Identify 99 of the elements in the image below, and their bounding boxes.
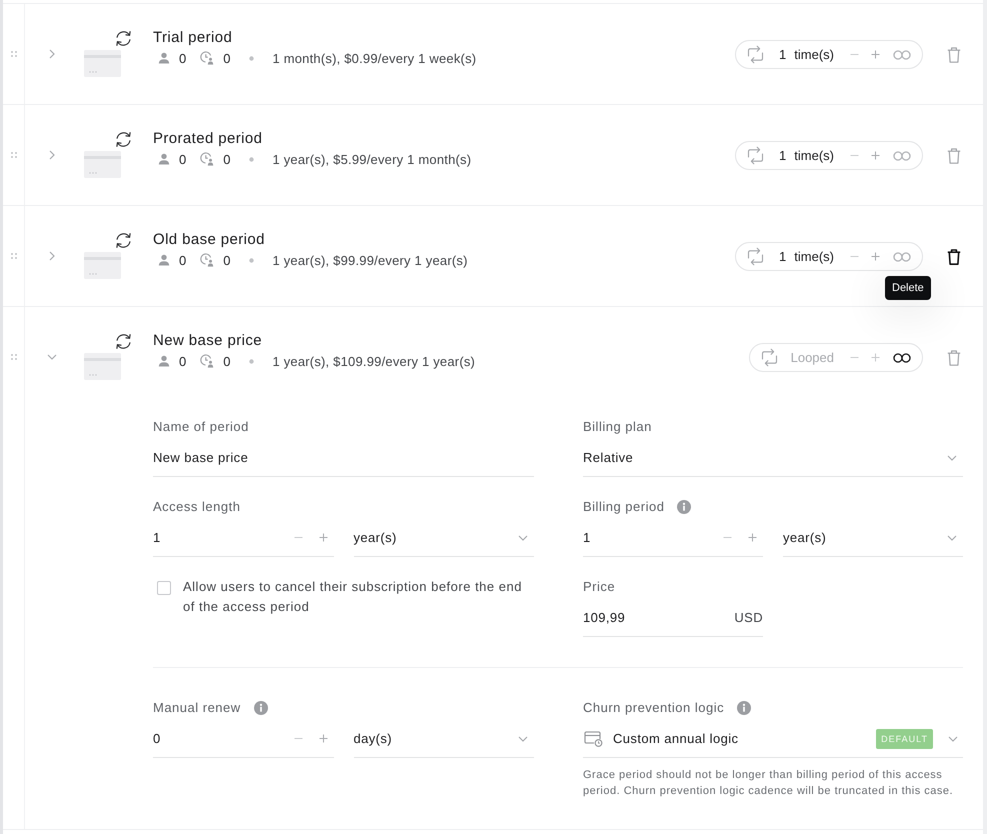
logic-dropdown[interactable]: Custom annual logic DEFAULT [583,723,963,758]
field-label: Name of period [153,418,249,436]
checkbox[interactable] [157,581,171,595]
unit-dropdown[interactable]: year(s) [783,522,963,557]
user-icon [158,355,170,367]
chevron-down-icon [947,454,957,460]
repeat-unit: time(s) [794,148,834,163]
period-title: Trial period [153,28,232,48]
plan-dropdown[interactable]: Relative [583,442,963,477]
period-summary: 1 month(s), $0.99/every 1 week(s) [272,50,476,66]
plus-icon[interactable] [871,252,880,261]
user-icon [158,254,170,266]
plus-icon[interactable] [871,50,880,59]
subscriber-count: 0 [179,252,186,268]
card-icon [84,252,121,279]
chevron-down-icon [948,736,958,742]
field-label: Manual renew [153,699,241,717]
plus-icon[interactable] [748,533,757,542]
period-summary: 1 year(s), $109.99/every 1 year(s) [272,354,476,368]
refresh-icon[interactable] [114,130,133,149]
repeat-unit: time(s) [794,249,834,264]
bullet-icon [249,56,254,60]
price-field[interactable]: 109,99 USD [583,602,763,637]
default-badge: DEFAULT [876,728,933,748]
helper-text: Grace period should not be longer than billing period of this access period. Churn prevention logic cadence will be truncated in this case. [583,768,954,799]
repeat-count: 1 [779,249,786,264]
tooltip: Delete [885,276,931,300]
chevron-down-icon [518,534,528,540]
plus-icon[interactable] [871,353,880,362]
currency-label: USD [734,610,763,625]
refresh-icon[interactable] [114,231,133,250]
repeat-icon [747,146,764,165]
trash-icon[interactable] [947,249,961,265]
field-label: Billing period [583,498,664,516]
unit-dropdown[interactable]: day(s) [354,723,534,758]
refresh-icon[interactable] [114,332,133,351]
repeat-count: 1 [779,47,786,62]
number-field[interactable]: 1 [583,522,763,557]
plus-icon[interactable] [871,151,880,160]
repeat-icon [747,45,764,64]
plus-icon[interactable] [318,533,328,542]
drag-handle-icon[interactable] [10,152,16,158]
chevron-down-icon[interactable] [47,354,57,360]
bullet-icon [249,156,254,162]
chevron-down-icon [518,736,528,742]
chevron-right-icon[interactable] [49,251,55,261]
bullet-icon [249,358,254,364]
checkbox-label: Allow users to cancel their subscription before the end of the access period [183,578,523,616]
repeat-count: 1 [779,148,786,163]
card-icon [84,50,121,77]
subscriber-count: 0 [179,152,186,166]
chevron-right-icon[interactable] [49,49,55,59]
card-icon [84,353,121,380]
user-icon [158,52,170,64]
pending-count: 0 [223,354,230,368]
field-label: Churn prevention logic [583,699,724,717]
repeat-stepper[interactable]: 1 time(s) [735,141,923,170]
clock-user-icon [200,253,214,267]
clock-user-icon [200,51,214,65]
period-title: New base price [153,331,262,351]
repeat-stepper[interactable]: 1 time(s) [735,40,923,69]
unit-dropdown[interactable]: year(s) [354,522,534,557]
infinity-icon[interactable] [893,352,911,362]
chevron-down-icon [947,534,957,540]
pending-count: 0 [223,152,230,166]
drag-handle-icon[interactable] [10,354,16,360]
user-icon [158,153,170,165]
field-label: Access length [153,498,240,516]
bullet-icon [249,258,254,262]
chevron-right-icon[interactable] [49,150,55,160]
drag-handle-icon[interactable] [10,253,16,259]
card-icon [84,151,121,178]
period-summary: 1 year(s), $5.99/every 1 month(s) [272,152,472,166]
clock-user-icon [200,354,214,368]
repeat-label: Looped [790,350,834,365]
repeat-icon [760,348,778,367]
pending-count: 0 [223,50,230,66]
drag-handle-icon[interactable] [10,51,16,57]
repeat-unit: time(s) [794,47,834,62]
period-summary: 1 year(s), $99.99/every 1 year(s) [272,252,468,268]
info-icon[interactable] [737,701,752,715]
clock-user-icon [200,152,214,166]
repeat-stepper[interactable]: 1 time(s) [735,242,923,271]
period-title: Prorated period [153,129,262,149]
period-title: Old base period [153,230,265,250]
subscriber-count: 0 [179,50,186,66]
number-field[interactable]: 0 [153,723,334,758]
subscriber-count: 0 [179,354,186,368]
field-label: Price [583,578,616,596]
info-icon[interactable] [677,500,692,514]
repeat-icon [747,247,764,266]
plus-icon[interactable] [318,734,328,743]
pending-count: 0 [223,252,230,268]
field-label: Billing plan [583,418,652,436]
number-field[interactable]: 1 [153,522,334,557]
text-field[interactable]: New base price [153,442,534,477]
card-clock-icon [584,730,603,747]
info-icon[interactable] [254,701,268,715]
refresh-icon[interactable] [114,29,133,48]
